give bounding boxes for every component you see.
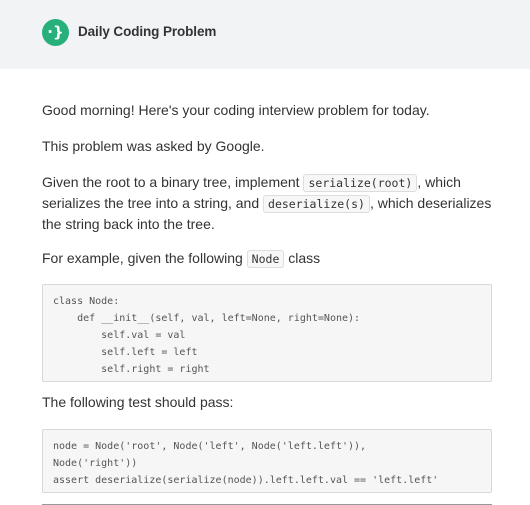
asked-by: This problem was asked by Google. [42, 138, 265, 154]
greeting: Good morning! Here's your coding intervi… [42, 102, 430, 118]
example-text-2: class [284, 250, 321, 266]
example-intro: For example, given the following Node cl… [42, 248, 320, 269]
example-text-1: For example, given the following [42, 250, 247, 266]
inline-code-node: Node [246, 250, 285, 268]
logo-icon[interactable]: ·} [42, 19, 69, 46]
inline-code-deserialize: deserialize(s) [263, 195, 370, 213]
header: ·} Daily Coding Problem [0, 0, 530, 69]
problem-description: Given the root to a binary tree, impleme… [42, 172, 492, 234]
desc-text-1: Given the root to a binary tree, impleme… [42, 174, 304, 190]
test-intro: The following test should pass: [42, 394, 234, 410]
app-title[interactable]: Daily Coding Problem [78, 24, 216, 39]
class-code-block: class Node: def __init__(self, val, left… [42, 284, 492, 382]
inline-code-serialize: serialize(root) [303, 174, 418, 192]
test-code-block: node = Node('root', Node('left', Node('l… [42, 429, 492, 493]
